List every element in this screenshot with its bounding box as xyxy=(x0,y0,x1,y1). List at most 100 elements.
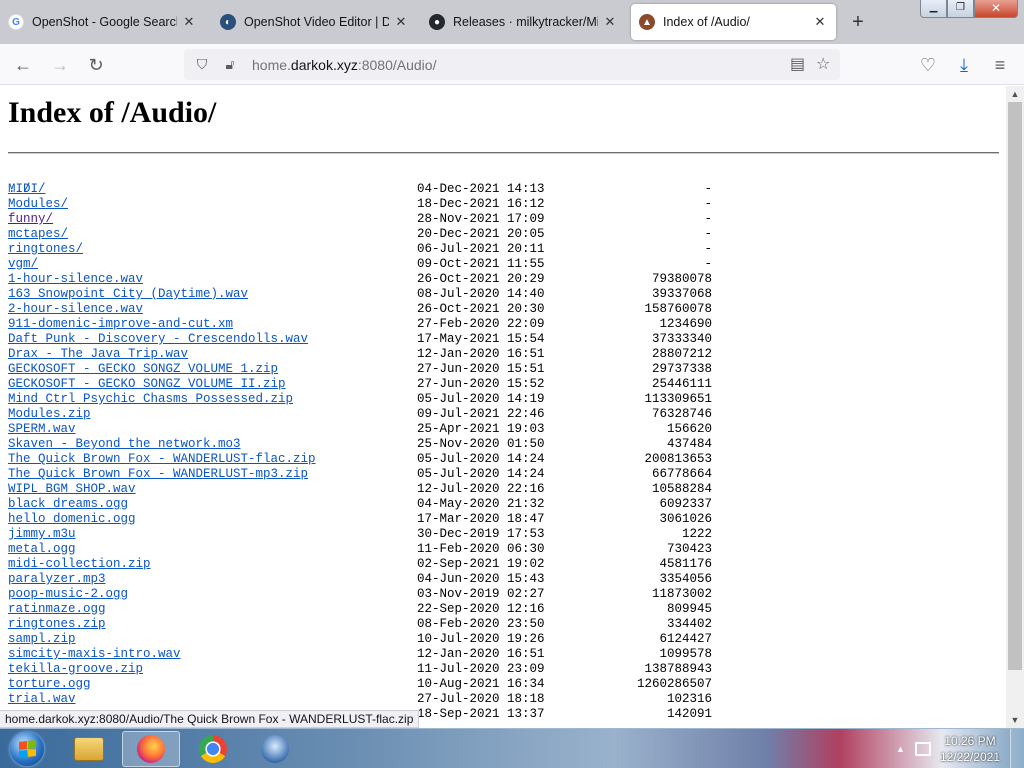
file-link[interactable]: GECKOSOFT - GECKO SONGZ VOLUME 1.zip xyxy=(8,362,278,377)
file-size: 138788943 xyxy=(644,662,712,676)
clock[interactable]: 10:26 PM 12/22/2021 xyxy=(940,733,1000,765)
close-icon[interactable]: ✕ xyxy=(812,14,828,30)
insecure-lock-icon[interactable]: 🔓︎ xyxy=(220,56,240,73)
file-link[interactable]: The Quick Brown Fox - WANDERLUST-mp3.zip xyxy=(8,467,308,482)
bookmark-star-icon[interactable]: ☆ xyxy=(816,54,830,74)
file-link[interactable]: trial.wav xyxy=(8,692,76,707)
modified-date: 25-Apr-2021 19:03 xyxy=(417,422,545,436)
url-text[interactable]: home.darkok.xyz:8080/Audio/ xyxy=(252,57,436,73)
file-link[interactable]: black dreams.ogg xyxy=(8,497,128,512)
downloads-icon[interactable]: ⤓ xyxy=(952,53,976,77)
firefox-icon xyxy=(137,735,165,763)
file-size: - xyxy=(704,257,712,271)
pocket-icon[interactable]: ♡ xyxy=(916,53,940,77)
menu-icon[interactable]: ≡ xyxy=(988,53,1012,77)
list-item: Daft Punk - Discovery - Crescendolls.wav… xyxy=(8,332,712,347)
file-link[interactable]: paralyzer.mp3 xyxy=(8,572,106,587)
show-desktop-button[interactable] xyxy=(1010,729,1024,768)
taskbar-app-chrome[interactable] xyxy=(184,731,242,767)
file-link[interactable]: 163 Snowpoint City (Daytime).wav xyxy=(8,287,248,302)
file-link[interactable]: Skaven - Beyond the network.mo3 xyxy=(8,437,241,452)
show-hidden-icons-icon[interactable]: ▲ xyxy=(896,744,905,754)
file-link[interactable]: ratinmaze.ogg xyxy=(8,602,106,617)
file-size: 76328746 xyxy=(651,407,712,421)
start-button[interactable] xyxy=(2,730,52,768)
file-link[interactable]: Drax - The Java Trip.wav xyxy=(8,347,188,362)
network-icon[interactable] xyxy=(914,742,931,756)
file-link[interactable]: vgm/ xyxy=(8,257,38,272)
close-window-button[interactable]: ✕ xyxy=(974,0,1018,18)
minimize-button[interactable]: ▁ xyxy=(920,0,947,18)
taskbar-app-firefox[interactable] xyxy=(122,731,180,767)
file-link[interactable]: 1-hour-silence.wav xyxy=(8,272,143,287)
file-link[interactable]: hello domenic.ogg xyxy=(8,512,136,527)
close-icon[interactable]: ✕ xyxy=(602,14,618,30)
modified-date: 26-Oct-2021 20:29 xyxy=(417,272,545,286)
divider xyxy=(8,152,999,154)
modified-date: 27-Feb-2020 22:09 xyxy=(417,317,545,331)
close-icon[interactable]: ✕ xyxy=(181,14,197,30)
modified-date: 18-Dec-2021 16:12 xyxy=(417,197,545,211)
tab-google-search[interactable]: G OpenShot - Google Search ✕ xyxy=(0,4,205,40)
tab-github-releases[interactable]: ● Releases · milkytracker/Milk ✕ xyxy=(421,4,626,40)
forward-arrow-icon[interactable]: → xyxy=(48,53,72,77)
back-arrow-icon[interactable]: ← xyxy=(11,53,35,77)
file-link[interactable]: Mind Ctrl Psychic Chasms Possessed.zip xyxy=(8,392,293,407)
list-item: 163 Snowpoint City (Daytime).wav 08-Jul-2… xyxy=(8,287,712,302)
list-item: sampl.zip 10-Jul-2020 19:26 6124427 xyxy=(8,632,712,647)
tab-strip: G OpenShot - Google Search ✕ ◐ OpenShot … xyxy=(0,0,1024,44)
file-link[interactable]: Modules/ xyxy=(8,197,68,212)
reader-view-icon[interactable]: ▤ xyxy=(790,54,805,74)
file-link[interactable]: 911-domenic-improve-and-cut.xm xyxy=(8,317,233,332)
file-link[interactable]: ringtones/ xyxy=(8,242,83,257)
list-item: simcity-maxis-intro.wav 12-Jan-2020 16:51… xyxy=(8,647,712,662)
new-tab-button[interactable]: + xyxy=(848,10,868,34)
file-link[interactable]: tekilla-groove.zip xyxy=(8,662,143,677)
file-size: 66778664 xyxy=(651,467,712,481)
file-link[interactable]: funny/ xyxy=(8,212,53,227)
tab-title: OpenShot - Google Search xyxy=(32,15,177,29)
list-item: GECKOSOFT - GECKO SONGZ VOLUME 1.zip 27-J… xyxy=(8,362,712,377)
file-link[interactable]: midi-collection.zip xyxy=(8,557,151,572)
file-size: - xyxy=(704,197,712,211)
list-item: poop-music-2.ogg 03-Nov-2019 02:27 1187300… xyxy=(8,587,712,602)
taskbar-app-milkytracker[interactable] xyxy=(246,731,304,767)
taskbar-app-explorer[interactable] xyxy=(60,731,118,767)
file-link[interactable]: MIDI/ xyxy=(8,182,46,197)
vertical-scrollbar[interactable]: ▲ ▼ xyxy=(1006,86,1024,728)
file-link[interactable]: torture.ogg xyxy=(8,677,91,692)
list-item: Modules/18-Dec-2021 16:12 - xyxy=(8,197,712,212)
file-link[interactable]: jimmy.m3u xyxy=(8,527,76,542)
close-icon[interactable]: ✕ xyxy=(393,14,409,30)
modified-date: 04-May-2020 21:32 xyxy=(417,497,545,511)
file-link[interactable]: sampl.zip xyxy=(8,632,76,647)
file-link[interactable]: Daft Punk - Discovery - Crescendolls.wav xyxy=(8,332,308,347)
file-link[interactable]: 2-hour-silence.wav xyxy=(8,302,143,317)
tab-index-audio[interactable]: ▲ Index of /Audio/ ✕ xyxy=(631,4,836,40)
file-link[interactable]: GECKOSOFT - GECKO SONGZ VOLUME II.zip xyxy=(8,377,286,392)
tab-openshot[interactable]: ◐ OpenShot Video Editor | Dow ✕ xyxy=(212,4,417,40)
address-bar[interactable]: ⛉ 🔓︎ home.darkok.xyz:8080/Audio/ ▤ ☆ xyxy=(184,49,840,80)
file-link[interactable]: metal.ogg xyxy=(8,542,76,557)
file-size: 1222 xyxy=(681,527,712,541)
scroll-up-icon[interactable]: ▲ xyxy=(1006,86,1024,102)
list-item: black dreams.ogg 04-May-2020 21:32 6092337 xyxy=(8,497,712,512)
navigation-toolbar: ← → ↻ ⛉ 🔓︎ home.darkok.xyz:8080/Audio/ ▤… xyxy=(0,44,1024,85)
reload-icon[interactable]: ↻ xyxy=(84,53,108,77)
restore-button[interactable]: ❐ xyxy=(947,0,974,18)
file-link[interactable]: ringtones.zip xyxy=(8,617,106,632)
file-link[interactable]: poop-music-2.ogg xyxy=(8,587,128,602)
list-item: metal.ogg 11-Feb-2020 06:30 730423 xyxy=(8,542,712,557)
scrollbar-thumb[interactable] xyxy=(1008,102,1022,670)
list-item: jimmy.m3u 30-Dec-2019 17:53 1222 xyxy=(8,527,712,542)
file-link[interactable]: mctapes/ xyxy=(8,227,68,242)
file-link[interactable]: Modules.zip xyxy=(8,407,91,422)
modified-date: 04-Dec-2021 14:13 xyxy=(417,182,545,196)
window-controls: ▁ ❐ ✕ xyxy=(920,0,1018,18)
scroll-down-icon[interactable]: ▼ xyxy=(1006,712,1024,728)
shield-icon[interactable]: ⛉ xyxy=(192,56,212,73)
file-link[interactable]: WIPL BGM SHOP.wav xyxy=(8,482,136,497)
file-link[interactable]: SPERM.wav xyxy=(8,422,76,437)
file-link[interactable]: simcity-maxis-intro.wav xyxy=(8,647,181,662)
file-link[interactable]: The Quick Brown Fox - WANDERLUST-flac.zi… xyxy=(8,452,316,467)
